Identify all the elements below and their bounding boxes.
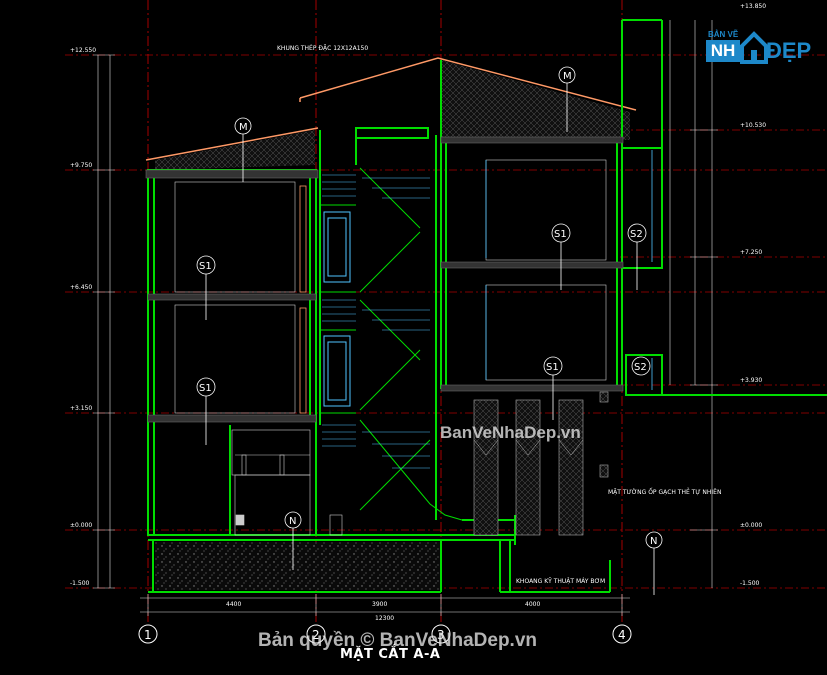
slabs [145,136,624,423]
brick-panels [473,391,609,536]
drawing-title: MẶT CẮT A-A [340,647,441,662]
level-left-3: +3.150 [70,405,92,412]
stair-treads [322,174,430,469]
logo-nh-text: NH [706,40,740,62]
section-drawing: KHUNG THÉP ĐẶC 12X12A150 MẶT TƯỜNG ỐP GẠ… [65,0,827,644]
room-tag-s1-r2: S1 [554,229,567,240]
dim-bottom-2: 3900 [372,601,387,608]
room-tag-s2-upper: S2 [630,229,643,240]
dim-bottom-3: 4000 [525,601,540,608]
level-left-4: ±0.000 [70,522,92,529]
room-tag-m-left: M [239,122,248,133]
right-dimension [669,20,718,588]
site-logo: BẢN VẼ NH ĐẸP [704,28,816,72]
logo-dep-text: ĐẸP [766,38,812,63]
wall-tile-note: MẶT TƯỜNG ỐP GẠCH THẺ TỰ NHIÊN [608,488,721,496]
room-tag-s1-l1: S1 [199,383,212,394]
room-tag-s2-lower: S2 [634,362,647,373]
level-right-3: +3.930 [740,377,762,384]
room-tag-m-right: M [563,71,572,82]
level-right-4: ±0.000 [740,522,762,529]
level-left-1: +9.750 [70,162,92,169]
level-right-1: +10.530 [740,122,766,129]
dim-bottom-1: 4400 [226,601,241,608]
pump-note: KHOANG KỸ THUẬT MÁY BƠM [516,578,605,585]
room-tag-n-left: N [289,516,296,527]
room-tag-s1-r1: S1 [546,362,559,373]
level-right-5: -1.500 [740,580,760,587]
left-dimension [93,54,115,589]
room-tag-n-right: N [650,536,657,547]
axis-label-1: 1 [144,628,152,642]
axis-label-4: 4 [618,628,626,642]
level-right-2: +7.250 [740,249,762,256]
stair-windows [323,211,351,407]
logo-top-text: BẢN VẼ [708,30,739,39]
room-tag-s1-l2: S1 [199,261,212,272]
level-right-0: +13.850 [740,3,766,10]
level-left-0: +12.550 [70,47,96,54]
house-icon [740,31,768,64]
steel-frame-note: KHUNG THÉP ĐẶC 12X12A150 [277,44,368,52]
foundation-fill [155,542,440,590]
dim-total: 12300 [375,615,394,622]
level-left-5: -1.500 [70,580,90,587]
level-left-2: +6.450 [70,284,92,291]
watermark-center: BanVeNhaDep.vn [440,423,581,442]
